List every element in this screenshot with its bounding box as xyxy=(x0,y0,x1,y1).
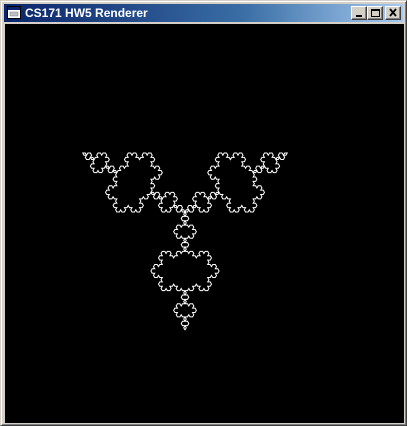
title-bar[interactable]: CS171 HW5 Renderer xyxy=(4,4,403,22)
snowflake-outline xyxy=(81,152,289,331)
maximize-button[interactable] xyxy=(367,6,383,20)
app-window-icon[interactable] xyxy=(7,6,21,19)
app-window: CS171 HW5 Renderer xyxy=(0,0,407,426)
window-title: CS171 HW5 Renderer xyxy=(25,6,148,20)
minimize-button[interactable] xyxy=(351,6,367,20)
minimize-icon xyxy=(356,15,362,17)
close-icon xyxy=(389,8,397,17)
close-button[interactable] xyxy=(385,6,401,20)
maximize-icon xyxy=(371,9,380,17)
render-canvas[interactable] xyxy=(5,24,404,423)
koch-snowflake xyxy=(81,152,289,331)
